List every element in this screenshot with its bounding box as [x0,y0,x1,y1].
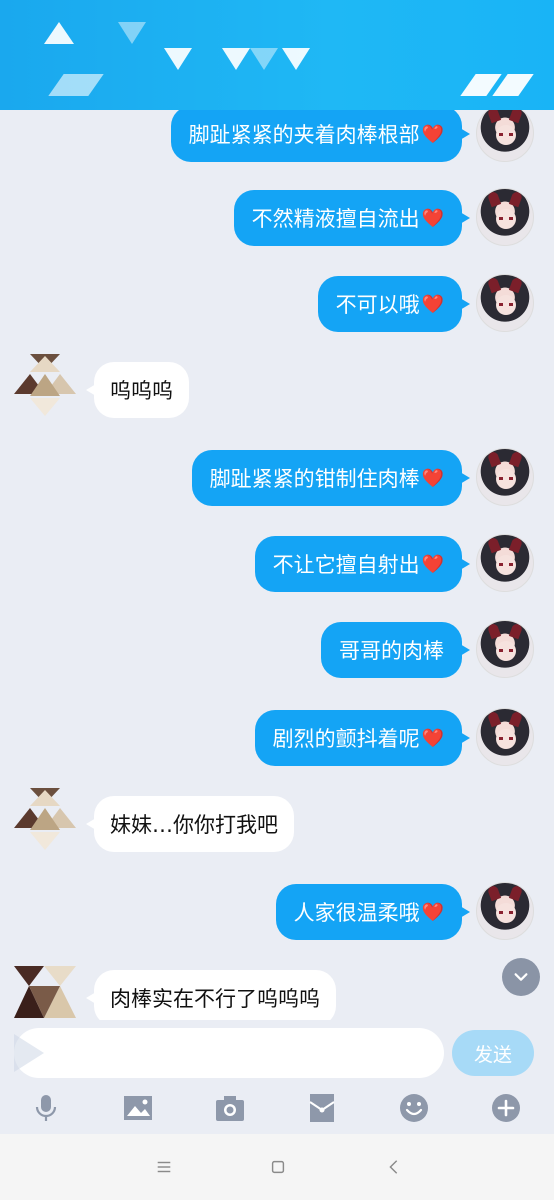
header-decoration [44,22,74,44]
message-text: 不让它擅自射出 [272,553,420,577]
message-text: 人家很温柔哦 [293,901,420,925]
my-avatar[interactable] [476,448,534,506]
my-avatar[interactable] [476,882,534,940]
friend-avatar[interactable] [14,354,76,416]
heart-emoji: ❤️ [421,553,444,575]
more-button[interactable] [488,1090,524,1126]
scroll-to-bottom-button[interactable] [502,958,540,996]
my-avatar[interactable] [476,534,534,592]
back-chevron-icon [389,1160,398,1174]
my-avatar[interactable] [476,708,534,766]
heart-emoji: ❤️ [421,123,444,145]
header-decoration [48,74,104,96]
red-packet-icon [309,1094,335,1122]
microphone-icon [35,1095,57,1121]
message-text: 肉棒实在不行了呜呜呜 [110,987,320,1011]
outgoing-message-bubble[interactable]: 不可以哦 ❤️ [317,276,471,332]
outgoing-message-bubble[interactable]: 人家很温柔哦 ❤️ [275,884,471,940]
image-icon [124,1096,152,1120]
camera-button[interactable] [212,1090,248,1126]
message-text: 脚趾紧紧的钳制住肉棒 [209,467,420,491]
heart-emoji: ❤️ [421,901,444,923]
heart-emoji: ❤️ [421,293,444,315]
my-avatar[interactable] [476,620,534,678]
friend-avatar[interactable] [14,966,76,1020]
outgoing-message-bubble[interactable]: 脚趾紧紧的夹着肉棒根部 ❤️ [170,106,471,162]
voice-button[interactable] [28,1090,64,1126]
system-navigation-bar [0,1134,554,1200]
plus-icon [492,1094,520,1122]
incoming-message-bubble[interactable]: 肉棒实在不行了呜呜呜 [86,970,336,1020]
input-toolbar [0,1084,554,1132]
composer: 发送 [0,1020,554,1084]
outgoing-message-bubble[interactable]: 不让它擅自射出 ❤️ [254,536,471,592]
outgoing-message-bubble[interactable]: 脚趾紧紧的钳制住肉棒 ❤️ [191,450,471,506]
friend-avatar-image [14,788,76,850]
message-text: 呜呜呜 [110,379,173,403]
friend-avatar-image [14,354,76,416]
heart-emoji: ❤️ [421,207,444,229]
menu-icon [157,1161,171,1173]
my-avatar[interactable] [476,188,534,246]
red-packet-button[interactable] [304,1090,340,1126]
friend-avatar[interactable] [14,788,76,850]
chat-history[interactable]: 脚趾紧紧的夹着肉棒根部 ❤️ 不然精液擅自流出 ❤️ 不可以哦 ❤️ 呜呜呜 脚… [0,0,554,1020]
my-avatar[interactable] [476,104,534,162]
outgoing-message-bubble[interactable]: 不然精液擅自流出 ❤️ [233,190,471,246]
message-text: 不然精液擅自流出 [251,207,420,231]
message-text: 妹妹…你你打我吧 [110,813,278,837]
my-avatar[interactable] [476,274,534,332]
header-decoration [282,48,310,70]
heart-emoji: ❤️ [421,727,444,749]
emoji-button[interactable] [396,1090,432,1126]
outgoing-message-bubble[interactable]: 剧烈的颤抖着呢 ❤️ [254,710,471,766]
send-button[interactable]: 发送 [452,1030,534,1076]
image-button[interactable] [120,1090,156,1126]
emoji-icon [400,1094,428,1122]
recent-apps-button[interactable] [150,1154,178,1180]
square-icon [271,1160,285,1174]
header-decoration [222,48,250,70]
message-input[interactable] [14,1028,444,1078]
input-decoration [14,1034,44,1072]
incoming-message-bubble[interactable]: 呜呜呜 [86,362,189,418]
header-decoration [250,48,278,70]
back-button[interactable] [380,1154,408,1180]
message-text: 脚趾紧紧的夹着肉棒根部 [188,123,420,147]
header-decoration [118,22,146,44]
message-text: 剧烈的颤抖着呢 [272,727,420,751]
header-decoration [164,48,192,70]
chevron-down-icon [514,973,528,981]
home-button[interactable] [264,1154,292,1180]
message-text: 哥哥的肉棒 [339,639,444,663]
camera-icon [216,1096,244,1121]
outgoing-message-bubble[interactable]: 哥哥的肉棒 [321,622,470,678]
heart-emoji: ❤️ [421,467,444,489]
friend-avatar-image [14,966,76,1018]
message-text: 不可以哦 [335,293,420,317]
chat-header [0,0,554,110]
incoming-message-bubble[interactable]: 妹妹…你你打我吧 [86,796,294,852]
